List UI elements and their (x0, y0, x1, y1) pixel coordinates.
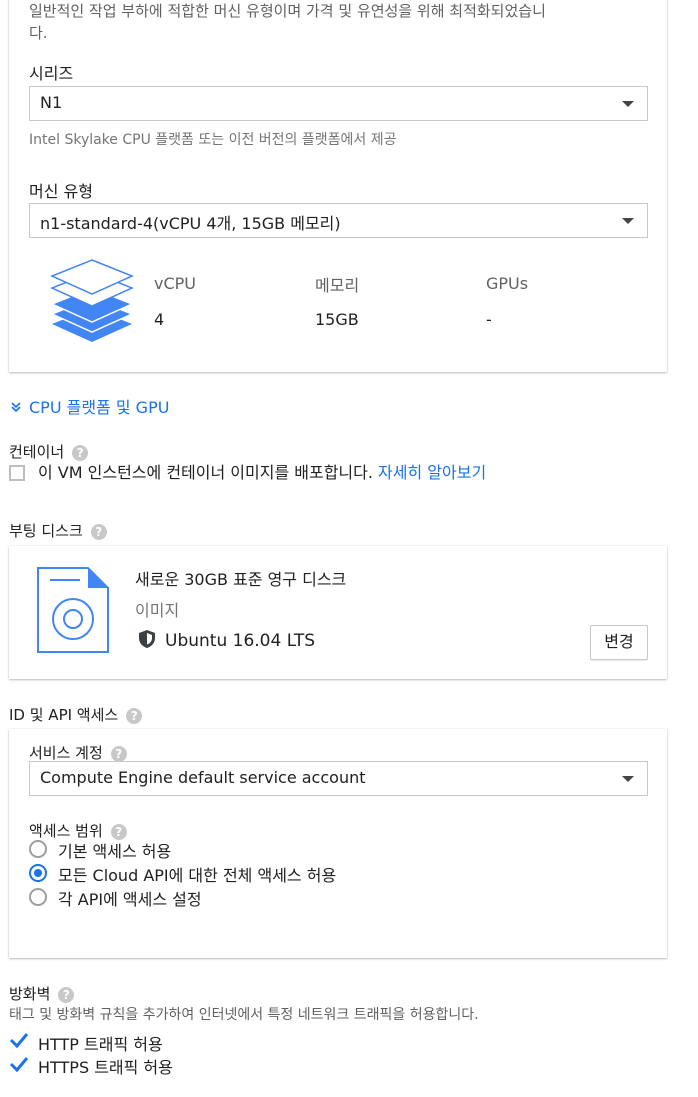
access-option-radio[interactable] (29, 888, 47, 906)
chevron-down-icon (622, 218, 634, 224)
chevron-down-icon (622, 776, 634, 782)
firewall-title: 방화벽? (9, 983, 75, 1004)
boot-disk-name: 새로운 30GB 표준 영구 디스크 (135, 570, 347, 589)
cpu-gpu-toggle[interactable]: CPU 플랫폼 및 GPU (9, 394, 169, 418)
service-account-label: 서비스 계정 (29, 744, 103, 762)
boot-disk-title-text: 부팅 디스크 (9, 522, 83, 540)
https-checkbox-label[interactable]: HTTPS 트래픽 허용 (38, 1054, 173, 1078)
container-checkbox-text: 이 VM 인스턴스에 컨테이너 이미지를 배포합니다. 자세히 알아보기 (38, 459, 486, 483)
help-icon[interactable]: ? (58, 986, 75, 1003)
machine-type-select-value: n1-standard-4(vCPU 4개, 15GB 메모리) (40, 214, 341, 233)
change-boot-disk-button[interactable]: 변경 (590, 625, 648, 660)
container-checkbox-label: 이 VM 인스턴스에 컨테이너 이미지를 배포합니다. (38, 463, 373, 482)
help-icon[interactable]: ? (110, 745, 127, 762)
machine-type-label: 머신 유형 (29, 182, 93, 201)
access-title-text: ID 및 API 액세스 (9, 706, 119, 724)
memory-header: 메모리 (315, 276, 360, 295)
access-option-label[interactable]: 모든 Cloud API에 대한 전체 액세스 허용 (58, 862, 336, 886)
access-title: ID 및 API 액세스? (9, 704, 143, 725)
firewall-title-text: 방화벽 (9, 985, 51, 1003)
machine-description-line1: 일반적인 작업 부하에 적합한 머신 유형이며 가격 및 유연성을 위해 최적화… (29, 2, 546, 20)
http-checkbox-label[interactable]: HTTP 트래픽 허용 (38, 1031, 163, 1055)
disk-icon (37, 567, 109, 653)
learn-more-link[interactable]: 자세히 알아보기 (378, 463, 486, 482)
series-label: 시리즈 (29, 64, 74, 83)
boot-disk-title: 부팅 디스크? (9, 520, 107, 541)
shield-icon (139, 630, 155, 648)
chevron-down-icon (622, 101, 634, 107)
boot-disk-image-value: Ubuntu 16.04 LTS (165, 631, 316, 651)
series-hint: Intel Skylake CPU 플랫폼 또는 이전 버전의 플랫폼에서 제공 (29, 132, 397, 148)
help-icon[interactable]: ? (90, 523, 107, 540)
help-icon[interactable]: ? (126, 707, 143, 724)
series-select-value: N1 (40, 93, 63, 112)
access-option-radio[interactable] (29, 840, 47, 858)
vcpu-header: vCPU (154, 274, 196, 293)
memory-value: 15GB (315, 310, 359, 329)
vcpu-value: 4 (154, 310, 165, 329)
boot-disk-image: Ubuntu 16.04 LTS (137, 629, 315, 651)
double-chevron-down-icon (11, 402, 21, 413)
machine-description-line2: 다. (29, 24, 48, 42)
access-option-radio[interactable] (29, 864, 47, 882)
access-option-label[interactable]: 각 API에 액세스 설정 (58, 886, 202, 910)
http-checkbox[interactable] (9, 1031, 29, 1049)
machine-stack-icon (50, 259, 134, 342)
service-account-title: 서비스 계정? (29, 742, 127, 763)
series-select[interactable]: N1 (29, 86, 648, 121)
machine-type-select[interactable]: n1-standard-4(vCPU 4개, 15GB 메모리) (29, 203, 648, 238)
access-option-label[interactable]: 기본 액세스 허용 (58, 838, 171, 862)
service-account-select[interactable]: Compute Engine default service account (29, 761, 648, 796)
boot-disk-image-label: 이미지 (135, 601, 180, 620)
container-checkbox[interactable] (9, 465, 25, 481)
cpu-gpu-toggle-label: CPU 플랫폼 및 GPU (29, 398, 170, 417)
gpu-value: - (486, 310, 492, 329)
service-account-select-value: Compute Engine default service account (40, 768, 366, 787)
gpu-header: GPUs (486, 274, 529, 293)
firewall-description: 태그 및 방화벽 규칙을 추가하여 인터넷에서 특정 네트워크 트래픽을 허용합… (9, 1007, 479, 1023)
https-checkbox[interactable] (9, 1055, 29, 1073)
